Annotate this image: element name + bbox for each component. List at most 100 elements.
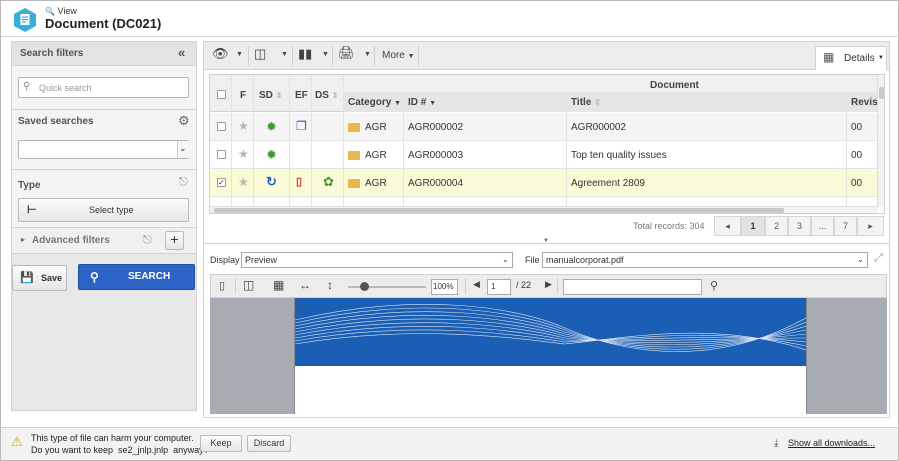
col-id[interactable]: ID # ▼ bbox=[408, 97, 436, 108]
grid-icon[interactable]: ▦ bbox=[273, 278, 284, 292]
header-banner bbox=[295, 298, 806, 366]
next-page-icon[interactable]: ▶ bbox=[545, 279, 552, 290]
type-section: Type ⎋ ⊢ Select type bbox=[12, 170, 196, 228]
col-title[interactable]: Title ⇕ bbox=[571, 97, 601, 108]
splitter-handle-icon[interactable]: ▼ bbox=[543, 238, 549, 244]
caret-down-icon: ▼ bbox=[429, 100, 437, 107]
page-1[interactable]: 1 bbox=[741, 216, 765, 236]
main-panel: 👁 ▼ ◫ ▼ ▮▮ ▼ 🖨 ▼ More ▼ ▦ Details ▼ Docu… bbox=[203, 41, 890, 418]
col-ds[interactable]: DS ⇕ bbox=[315, 90, 338, 101]
show-all-downloads-link[interactable]: Show all downloads... bbox=[788, 438, 875, 448]
book-icon[interactable]: ◫ bbox=[243, 278, 254, 292]
display-value: Preview bbox=[245, 255, 278, 265]
caret-down-icon[interactable]: ▼ bbox=[281, 51, 288, 67]
more-menu[interactable]: More ▼ bbox=[382, 50, 415, 66]
gear-icon[interactable]: ⚙ bbox=[178, 113, 190, 129]
view-label: View bbox=[57, 6, 77, 16]
search-icon: 🔍 bbox=[45, 7, 55, 16]
zoom-input[interactable]: 100% bbox=[431, 279, 458, 295]
col-f[interactable]: F bbox=[240, 90, 246, 101]
header: 🔍 View Document (DC021) bbox=[1, 1, 898, 37]
horizontal-scrollbar[interactable] bbox=[210, 206, 878, 213]
fit-width-icon[interactable]: ↔ bbox=[299, 278, 311, 292]
page-icon[interactable]: ▯ bbox=[219, 279, 225, 292]
caret-down-icon[interactable]: ▼ bbox=[364, 51, 371, 67]
save-button[interactable]: 💾 Save bbox=[12, 265, 67, 291]
zoom-slider-thumb[interactable] bbox=[360, 282, 369, 291]
save-label: Save bbox=[41, 273, 63, 283]
broom-icon[interactable]: ⎋ bbox=[143, 234, 152, 247]
file-select[interactable]: manualcorporat.pdf ⌄ bbox=[542, 252, 868, 268]
select-all-checkbox[interactable] bbox=[217, 90, 226, 99]
collapse-icon[interactable]: « bbox=[178, 45, 185, 60]
col-sd[interactable]: SD ⇕ bbox=[259, 90, 282, 101]
vertical-scrollbar[interactable] bbox=[877, 75, 884, 207]
select-type-button[interactable]: ⊢ Select type bbox=[18, 198, 189, 222]
discard-button[interactable]: Discard bbox=[247, 435, 291, 452]
scroll-thumb[interactable] bbox=[879, 87, 884, 99]
total-records: Total records: 304 bbox=[633, 221, 705, 231]
quick-search-placeholder: Quick search bbox=[39, 83, 92, 93]
star-icon[interactable]: ★ bbox=[238, 175, 249, 189]
advanced-filters-label: Advanced filters bbox=[32, 235, 110, 246]
eye-icon[interactable]: 👁 bbox=[212, 46, 229, 62]
keep-button[interactable]: Keep bbox=[200, 435, 242, 452]
search-icon: ⚲ bbox=[90, 270, 99, 284]
printer-icon[interactable]: 🖨 bbox=[338, 45, 355, 61]
preview-page bbox=[294, 298, 807, 414]
fit-height-icon[interactable]: ↕ bbox=[327, 278, 333, 292]
display-select[interactable]: Preview ⌄ bbox=[241, 252, 513, 268]
row-id[interactable]: AGR000004 bbox=[408, 178, 463, 189]
caret-down-icon[interactable]: ▼ bbox=[322, 51, 329, 67]
sort-icon: ⇕ bbox=[275, 91, 283, 100]
folder-icon bbox=[348, 179, 360, 188]
table-icon: ▦ bbox=[823, 50, 835, 64]
toolbar: 👁 ▼ ◫ ▼ ▮▮ ▼ 🖨 ▼ More ▼ ▦ Details ▼ bbox=[204, 42, 889, 70]
prev-page-button[interactable]: ◂ bbox=[714, 216, 741, 236]
document-preview[interactable] bbox=[210, 298, 887, 414]
row-title[interactable]: Agreement 2809 bbox=[571, 178, 645, 189]
expand-icon[interactable]: ⤢ bbox=[874, 252, 883, 265]
page-input[interactable]: 1 bbox=[487, 279, 511, 295]
file-value: manualcorporat.pdf bbox=[546, 255, 624, 265]
caret-down-icon: ▼ bbox=[878, 55, 884, 61]
search-label: SEARCH bbox=[128, 271, 171, 282]
prev-page-icon[interactable]: ◀ bbox=[473, 279, 480, 290]
row-checkbox[interactable] bbox=[217, 150, 226, 159]
col-ef[interactable]: EF bbox=[295, 90, 308, 101]
page-3[interactable]: 3 bbox=[788, 216, 811, 236]
row-title[interactable]: AGR000002 bbox=[571, 122, 626, 133]
window-icon[interactable]: ◫ bbox=[254, 46, 266, 62]
view-breadcrumb[interactable]: 🔍 View bbox=[45, 6, 77, 16]
scroll-thumb[interactable] bbox=[214, 208, 784, 213]
more-label: More bbox=[382, 50, 405, 61]
col-category[interactable]: Category ▼ bbox=[348, 97, 401, 108]
search-icon[interactable]: ⚲ bbox=[710, 279, 718, 292]
advanced-filters-section[interactable]: ▸ Advanced filters ⎋ + bbox=[12, 228, 196, 254]
next-page-button[interactable]: ▸ bbox=[857, 216, 884, 236]
row-id[interactable]: AGR000003 bbox=[408, 150, 463, 161]
download-icon: ⤓ bbox=[774, 438, 779, 449]
star-icon[interactable]: ★ bbox=[238, 147, 249, 161]
row-checkbox-checked[interactable]: ✓ bbox=[217, 178, 226, 187]
row-title[interactable]: Top ten quality issues bbox=[571, 150, 667, 161]
search-button[interactable]: ⚲ SEARCH bbox=[78, 264, 195, 290]
page-2[interactable]: 2 bbox=[765, 216, 788, 236]
bar-chart-icon[interactable]: ▮▮ bbox=[298, 46, 312, 62]
broom-icon[interactable]: ⎋ bbox=[179, 176, 188, 189]
row-id[interactable]: AGR000002 bbox=[408, 122, 463, 133]
add-filter-button[interactable]: + bbox=[165, 231, 184, 250]
quick-search-input[interactable]: ⚲ Quick search bbox=[18, 77, 189, 98]
page-7[interactable]: 7 bbox=[834, 216, 857, 236]
star-icon[interactable]: ★ bbox=[238, 119, 249, 133]
details-menu[interactable]: ▦ Details ▼ bbox=[815, 46, 887, 70]
pdf-icon: ▯ bbox=[296, 176, 303, 188]
saved-searches-select[interactable]: ⌄ bbox=[18, 140, 189, 159]
row-checkbox[interactable] bbox=[217, 122, 226, 131]
caret-down-icon[interactable]: ▼ bbox=[236, 51, 243, 67]
search-filters-title: Search filters bbox=[20, 48, 84, 59]
find-input[interactable] bbox=[563, 279, 702, 295]
document-group-header: Document bbox=[650, 80, 699, 91]
saved-searches-label: Saved searches bbox=[18, 116, 94, 127]
page-ellipsis: ... bbox=[811, 216, 834, 236]
